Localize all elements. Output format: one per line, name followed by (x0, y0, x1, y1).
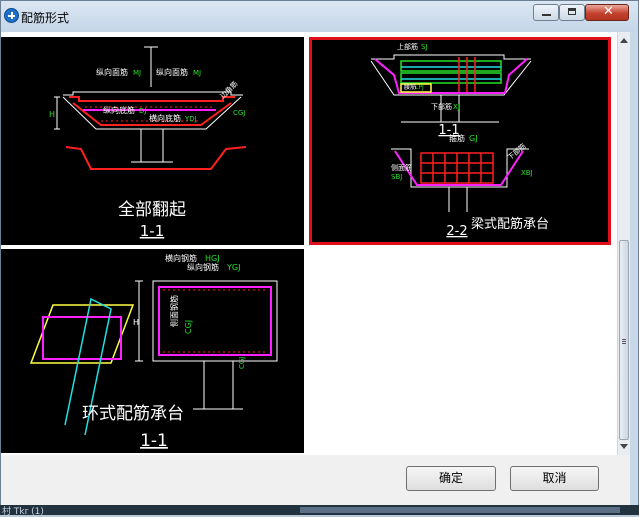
tile-name: 全部翻起 (118, 200, 186, 220)
tile-name: 梁式配筋承台 (471, 216, 549, 232)
title-bar[interactable]: 配筋形式 ✕ (1, 1, 638, 32)
label-bottom-trans-code: YDJ (184, 115, 197, 123)
option-gallery: 纵向面筋 MJ 纵向面筋 MJ 纵向底筋 DJ 横向底筋 YDJ 边角筋 CGJ… (1, 32, 630, 455)
ring-type-drawing: 横向钢筋 HGJ 纵向钢筋 YGJ 侧面钢筋 CGJ CGJ H 环式配筋承台 … (29, 253, 278, 451)
ok-button[interactable]: 确定 (406, 466, 496, 491)
label-bottom-long-code: DJ (139, 107, 146, 115)
label-top-trans: 纵向面筋 (156, 67, 188, 77)
window-title: 配筋形式 (21, 11, 70, 25)
tile-section: 1-1 (140, 431, 168, 451)
taskbar-item[interactable] (300, 507, 620, 513)
label-height: H (49, 110, 55, 119)
label-top: 上部筋 (397, 42, 418, 51)
label-side2: 下部筋 (506, 141, 528, 161)
label-side2-code: XBJ (521, 169, 533, 177)
label-horizontal-code: HGJ (205, 254, 220, 263)
scroll-up-icon[interactable] (620, 38, 628, 43)
label-bottom: 下部筋 (431, 102, 452, 111)
grip-icon (622, 339, 626, 340)
maximize-icon (568, 8, 576, 15)
label-stirrup-code: GJ (469, 134, 478, 143)
label-bottom-long: 纵向底筋 (103, 105, 135, 115)
label-waist-code: LPJ (415, 84, 424, 91)
section-bottom: 2-2 (446, 224, 467, 239)
all-bent-up-drawing: 纵向面筋 MJ 纵向面筋 MJ 纵向底筋 DJ 横向底筋 YDJ 边角筋 CGJ… (49, 46, 247, 240)
button-bar: 确定 取消 (1, 455, 630, 506)
label-side: 侧面钢筋 (169, 295, 179, 327)
label-bottom-code: XJ (453, 103, 460, 111)
label-side-code: CGJ (233, 109, 245, 117)
label-horizontal: 横向钢筋 (165, 253, 197, 263)
label-bottom-trans: 横向底筋 (149, 113, 181, 123)
label-top-code: SJ (421, 43, 428, 51)
tile-section: 1-1 (140, 222, 165, 240)
dialog-window: 配筋形式 ✕ 纵向面筋 MJ 纵向面筋 MJ 纵向底筋 DJ 横向底筋 YDJ … (0, 0, 639, 515)
minimize-icon (542, 14, 551, 16)
label-height: H (133, 318, 139, 327)
option-tile-all-bent-up[interactable]: 纵向面筋 MJ 纵向面筋 MJ 纵向底筋 DJ 横向底筋 YDJ 边角筋 CGJ… (1, 37, 304, 245)
close-icon: ✕ (603, 4, 614, 19)
taskbar-label: 村 Tkr (1) (2, 507, 44, 517)
label-vertical: 纵向钢筋 (187, 262, 219, 272)
scroll-thumb[interactable] (619, 240, 629, 440)
option-tile-beam-type[interactable]: 上部筋 SJ 腰筋 LPJ 下部筋 XJ 箍筋 GJ 侧面筋 SBJ 下部筋 X… (309, 37, 611, 245)
label-top-trans-code: MJ (193, 69, 201, 77)
label-side-code: SBJ (391, 173, 402, 181)
label-vertical-code: YGJ (226, 263, 240, 272)
vertical-scrollbar[interactable] (617, 32, 630, 455)
label-side-code2: CGJ (238, 357, 246, 369)
tile-name: 环式配筋承台 (82, 404, 184, 424)
maximize-button[interactable] (559, 4, 585, 21)
minimize-button[interactable] (533, 4, 559, 21)
cancel-button[interactable]: 取消 (510, 466, 599, 491)
label-top-long-code: MJ (133, 69, 141, 77)
label-side-code: CGJ (184, 320, 193, 334)
section-top: 1-1 (438, 123, 459, 138)
label-top-long: 纵向面筋 (96, 67, 128, 77)
scroll-down-icon[interactable] (620, 444, 628, 449)
beam-type-drawing: 上部筋 SJ 腰筋 LPJ 下部筋 XJ 箍筋 GJ 侧面筋 SBJ 下部筋 X… (370, 42, 549, 239)
label-side: 侧面筋 (391, 163, 412, 172)
app-icon (4, 8, 19, 23)
option-tile-ring-type[interactable]: 横向钢筋 HGJ 纵向钢筋 YGJ 侧面钢筋 CGJ CGJ H 环式配筋承台 … (1, 249, 304, 453)
taskbar: 村 Tkr (1) (0, 505, 639, 517)
close-button[interactable]: ✕ (585, 4, 629, 21)
